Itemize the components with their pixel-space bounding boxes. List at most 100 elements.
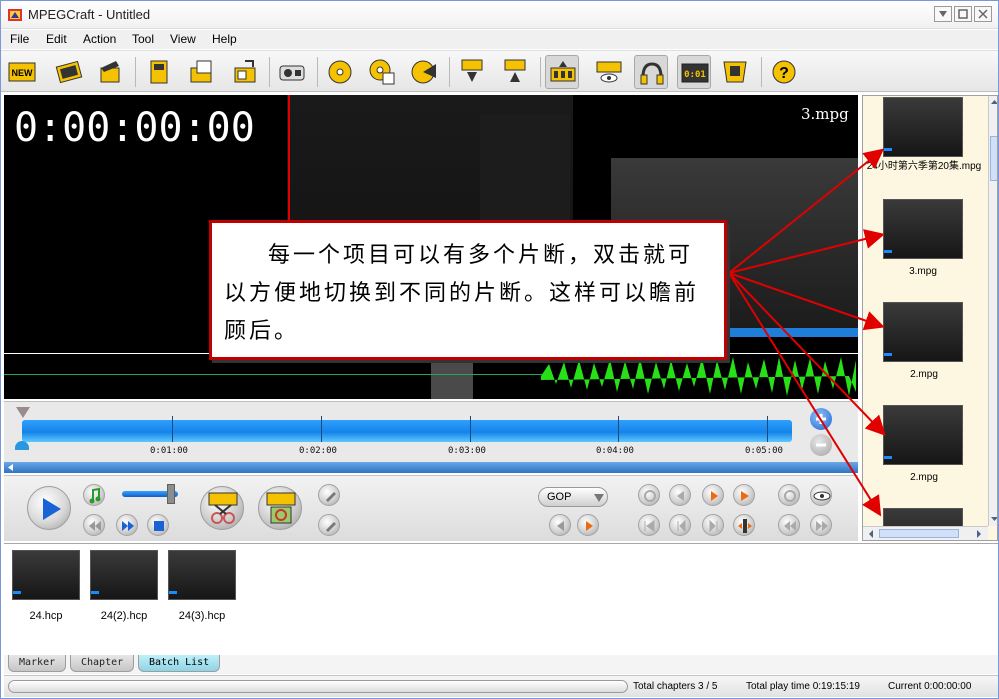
clip-item[interactable]: 2.mpg [863,405,985,485]
step-back-button[interactable] [669,484,691,506]
audio-waveform[interactable] [4,354,858,399]
stop-button[interactable] [147,514,169,536]
chevron-down-icon[interactable] [989,514,998,524]
chevron-left-icon[interactable] [865,528,877,540]
jump-forward-button[interactable] [810,514,832,536]
menu-tool[interactable]: Tool [132,32,154,46]
film-clip-button[interactable] [718,55,752,89]
split-marker-button[interactable] [733,514,755,536]
project-thumbnail [12,550,80,600]
tick-label: 0:01:00 [150,446,188,456]
tab-batch-list[interactable]: Batch List [138,655,221,672]
clip-item[interactable]: 3.mpg [863,199,985,279]
burn-disc-button[interactable] [407,55,441,89]
zoom-out-icon[interactable] [810,434,832,456]
clip-list-hscrollbar[interactable] [863,526,988,540]
menu-action[interactable]: Action [83,32,116,46]
help-button[interactable]: ? [767,55,801,89]
project-label: 24(3).hcp [178,610,226,622]
marker-remove-button[interactable] [318,514,340,536]
scene-cut-button[interactable] [545,55,579,89]
clip-item[interactable]: 2.mpg [863,302,985,382]
timecode-display: 0:00:00:00 [14,105,255,151]
play-selection-button[interactable] [733,484,755,506]
music-note-button[interactable] [83,484,105,506]
menu-file[interactable]: File [10,32,29,46]
rewind-icon [89,521,101,531]
download-button[interactable] [455,55,489,89]
maximize-icon[interactable] [954,6,972,22]
play-selection-icon [741,491,749,501]
timeline-scrollbar[interactable] [4,462,858,473]
chevron-right-icon[interactable] [973,528,985,540]
marker-button[interactable] [318,484,340,506]
arrow-left-icon [557,521,564,531]
step-forward-button[interactable] [702,484,724,506]
upload-button[interactable] [498,55,532,89]
timeline[interactable]: 0:01:00 0:02:00 0:03:00 0:04:00 0:05:00 [4,401,858,473]
chevron-up-icon[interactable] [989,97,998,107]
fast-forward-button[interactable] [116,514,138,536]
menu-help[interactable]: Help [212,32,237,46]
loop-icon [784,490,796,502]
export-button[interactable] [228,55,262,89]
clip-item[interactable] [863,508,985,526]
menu-view[interactable]: View [170,32,196,46]
preview-eye-button[interactable] [592,55,626,89]
timecode-button[interactable]: 0:01 [677,55,711,89]
title-bar[interactable]: MPEGCraft - Untitled [1,1,998,29]
timeline-tick [172,416,173,442]
jump-back-button[interactable] [778,514,800,536]
menu-edit[interactable]: Edit [46,32,67,46]
open-folder-button[interactable] [185,55,219,89]
headphones-button[interactable] [634,55,668,89]
clapper-button[interactable] [93,55,127,89]
save-button[interactable] [142,55,176,89]
next-frame-button[interactable] [702,514,724,536]
project-item[interactable]: 24(2).hcp [89,550,159,622]
cd-button[interactable] [323,55,357,89]
tab-marker[interactable]: Marker [8,655,67,672]
marker-icon [326,492,336,502]
cut-button[interactable] [200,486,244,530]
minimize-icon[interactable] [934,6,952,22]
previous-gop-button[interactable] [549,514,571,536]
scrollbar-thumb[interactable] [879,529,959,538]
open-movie-button[interactable] [52,55,86,89]
project-item[interactable]: 24.hcp [11,550,81,622]
next-gop-button[interactable] [577,514,599,536]
prev-frame-icon [677,519,686,533]
close-icon[interactable] [974,6,992,22]
volume-slider-thumb[interactable] [167,484,175,504]
prev-mark-button[interactable] [638,514,660,536]
play-button[interactable] [27,486,71,530]
prev-frame-button[interactable] [669,514,691,536]
go-start-button[interactable] [638,484,660,506]
out-marker-icon[interactable] [15,441,29,450]
timeline-track[interactable] [22,420,792,442]
dvd-menu-icon [369,59,395,85]
clip-thumbnail [883,405,963,465]
clip-list-scrollbar[interactable] [988,96,998,526]
step-back-icon [677,491,684,501]
tab-chapter[interactable]: Chapter [70,655,135,672]
preview-toggle-button[interactable] [810,484,832,506]
dvd-menu-button[interactable] [365,55,399,89]
split-clip-button[interactable] [258,486,302,530]
zoom-in-icon[interactable] [810,408,832,430]
toolbar-separator [761,57,762,87]
eye-icon [813,491,831,501]
clip-item[interactable]: 24小时第六季第20集.mpg [863,97,985,192]
gop-dropdown[interactable]: GOP [538,487,608,507]
project-item[interactable]: 24(3).hcp [167,550,237,622]
scrollbar-thumb[interactable] [990,136,997,181]
play-icon [43,498,61,520]
in-marker-icon[interactable] [16,407,30,418]
new-project-button[interactable]: NEW [5,55,39,89]
rewind-button[interactable] [83,514,105,536]
status-total-chapters: Total chapters 3 / 5 [633,681,718,692]
camcorder-button[interactable] [275,55,309,89]
loop-button[interactable] [778,484,800,506]
tick-label: 0:03:00 [448,446,486,456]
tick-label: 0:05:00 [745,446,783,456]
